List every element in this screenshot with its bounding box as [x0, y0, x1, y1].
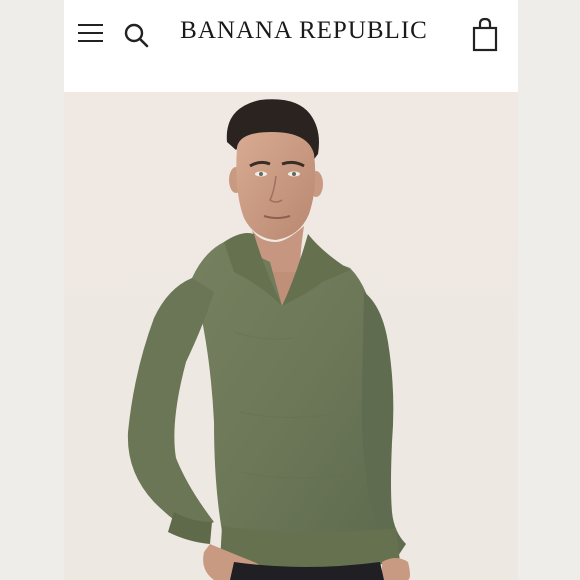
brand-logo[interactable]: BANANA REPUBLIC	[164, 17, 444, 45]
site-header: BANANA REPUBLIC	[64, 0, 518, 92]
search-icon[interactable]	[122, 21, 150, 49]
shopping-bag-icon[interactable]	[470, 16, 500, 52]
menu-icon[interactable]	[76, 20, 106, 46]
outer-frame-left	[0, 0, 64, 580]
product-photo[interactable]	[64, 92, 518, 580]
outer-frame-right	[518, 0, 580, 580]
mobile-screen: BANANA REPUBLIC	[64, 0, 518, 580]
